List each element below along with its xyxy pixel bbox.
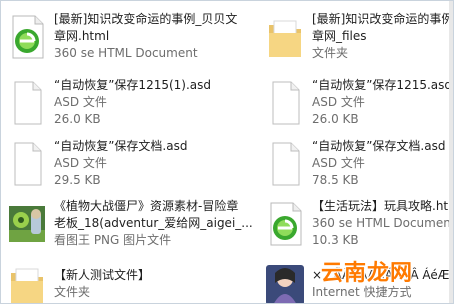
file-name: “自动恢复”保存1215.asd	[312, 78, 453, 92]
file-type: 360 se HTML Document	[312, 216, 454, 230]
scrollbar[interactable]	[449, 1, 453, 303]
file-size: 10.3 KB	[312, 233, 359, 247]
html-document-icon	[270, 202, 302, 246]
blank-file-icon	[272, 81, 300, 125]
html-document-icon	[12, 15, 44, 59]
folder-icon	[269, 20, 301, 57]
file-item[interactable]: 《植物大战僵尸》资源素材-冒险章 老板_18(adventur_爱给网_aige…	[1, 198, 253, 248]
blank-file-icon	[14, 142, 42, 186]
file-type: 看图王 PNG 图片文件	[54, 233, 172, 247]
file-name: “自动恢复”保存文档.asd	[312, 139, 446, 153]
file-type: 文件夹	[312, 46, 349, 60]
file-type: ASD 文件	[54, 95, 107, 109]
file-item[interactable]: 【生活玩法】玩具攻略.html 360 se HTML Document 10.…	[259, 198, 454, 248]
file-name: [最新]知识改变命运的事例_贝贝文	[54, 12, 238, 26]
blank-file-icon	[272, 142, 300, 186]
file-item[interactable]: “自动恢复”保存文档.asd ASD 文件 29.5 KB	[1, 138, 241, 188]
file-name: 【新人测试文件】	[54, 268, 151, 282]
file-name: “自动恢复”保存1215(1).asd	[54, 78, 212, 92]
folder-icon	[11, 268, 43, 303]
file-item[interactable]: [最新]知识改变命运的事例_贝贝文 章网.html 360 se HTML Do…	[1, 11, 241, 61]
file-type: ASD 文件	[312, 95, 365, 109]
file-item[interactable]: “自动恢复”保存1215(1).asd ASD 文件 26.0 KB	[1, 77, 241, 127]
file-list: [最新]知识改变命运的事例_贝贝文 章网.html 360 se HTML Do…	[0, 0, 454, 304]
file-size: 26.0 KB	[54, 112, 101, 126]
file-item[interactable]: 【新人测试文件】 文件夹	[1, 259, 241, 303]
file-name: 【生活玩法】玩具攻略.html	[312, 199, 454, 213]
file-type: 360 se HTML Document	[54, 46, 198, 60]
file-type: 文件夹	[54, 285, 91, 299]
file-size: 26.0 KB	[312, 112, 359, 126]
png-image-icon	[9, 206, 45, 242]
file-name: 《植物大战僵尸》资源素材-冒险章	[54, 199, 239, 213]
file-item[interactable]: “自动恢复”保存文档.asd ASD 文件 78.5 KB	[259, 138, 453, 188]
file-name-line2: 老板_18(adventur_爱给网_aigei_...	[54, 216, 253, 230]
watermark: 云南龙网	[320, 261, 413, 286]
blank-file-icon	[14, 81, 42, 125]
file-name-line2: 章网_files	[312, 29, 367, 43]
file-name-line2: 章网.html	[54, 29, 110, 43]
file-size: 78.5 KB	[312, 173, 359, 187]
file-size: 29.5 KB	[54, 173, 101, 187]
file-type: ASD 文件	[54, 156, 107, 170]
image-thumbnail-icon	[266, 265, 304, 303]
file-item[interactable]: [最新]知识改变命运的事例_贝贝文 章网_files 文件夹	[259, 11, 454, 61]
file-name: [最新]知识改变命运的事例_贝贝文	[312, 12, 454, 26]
file-type: ASD 文件	[312, 156, 365, 170]
file-name: “自动恢复”保存文档.asd	[54, 139, 188, 153]
file-item[interactable]: “自动恢复”保存1215.asd ASD 文件 26.0 KB	[259, 77, 453, 127]
